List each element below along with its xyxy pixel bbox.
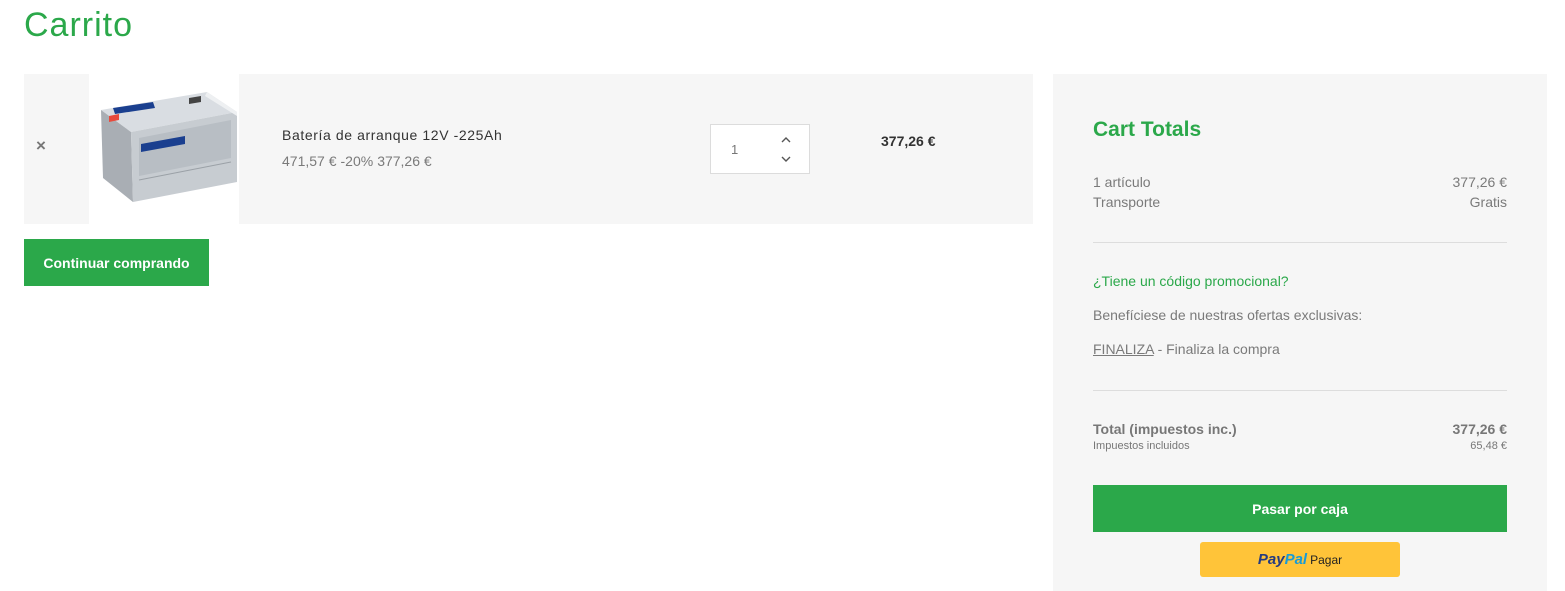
divider [1093,242,1507,243]
tax-label: Impuestos incluidos [1093,440,1190,452]
total-value: 377,26 € [1452,421,1508,437]
page-title: Carrito [24,6,134,44]
quantity-increase-icon[interactable] [779,133,793,147]
paypal-logo: PayPal [1257,551,1308,568]
promo-code[interactable]: FINALIZA [1093,341,1154,357]
cart-item-row: × Batería de arranque 12V -225Ah 471,57 … [24,74,1033,224]
price-line: 471,57 € -20% 377,26 € [282,153,436,169]
regular-price: 471,57 € [282,153,337,169]
total-label: Total (impuestos inc.) [1093,421,1237,437]
shipping-value: Gratis [1469,194,1507,210]
paypal-button[interactable]: PayPal Pagar [1200,542,1400,577]
items-subtotal-row: 1 artículo 377,26 € [1093,174,1507,190]
remove-item-icon[interactable]: × [33,137,49,154]
battery-image [101,92,237,202]
continue-shopping-button[interactable]: Continuar comprando [24,239,209,286]
cart-totals-panel: Cart Totals 1 artículo 377,26 € Transpor… [1053,74,1547,591]
shipping-row: Transporte Gratis [1093,194,1507,210]
product-image[interactable] [89,74,239,224]
quantity-input[interactable] [711,125,771,173]
discount-badge: -20% [340,153,374,169]
quantity-stepper [710,124,810,174]
offers-text: Benefíciese de nuestras ofertas exclusiv… [1093,307,1363,323]
items-subtotal-value: 377,26 € [1452,174,1508,190]
promo-code-link[interactable]: ¿Tiene un código promocional? [1093,273,1289,289]
paypal-label: Pagar [1310,553,1343,567]
items-count-label: 1 artículo [1093,174,1151,190]
promo-code-description: - Finaliza la compra [1157,341,1280,357]
tax-value: 65,48 € [1470,440,1507,452]
checkout-button[interactable]: Pasar por caja [1093,485,1507,532]
promo-code-line: FINALIZA - Finaliza la compra [1093,341,1280,357]
cart-totals-title: Cart Totals [1093,118,1202,141]
product-name[interactable]: Batería de arranque 12V -225Ah [282,127,502,143]
shipping-label: Transporte [1093,194,1161,210]
line-total: 377,26 € [881,133,936,149]
divider [1093,390,1507,391]
current-price: 377,26 € [377,153,432,169]
quantity-decrease-icon[interactable] [779,152,793,166]
